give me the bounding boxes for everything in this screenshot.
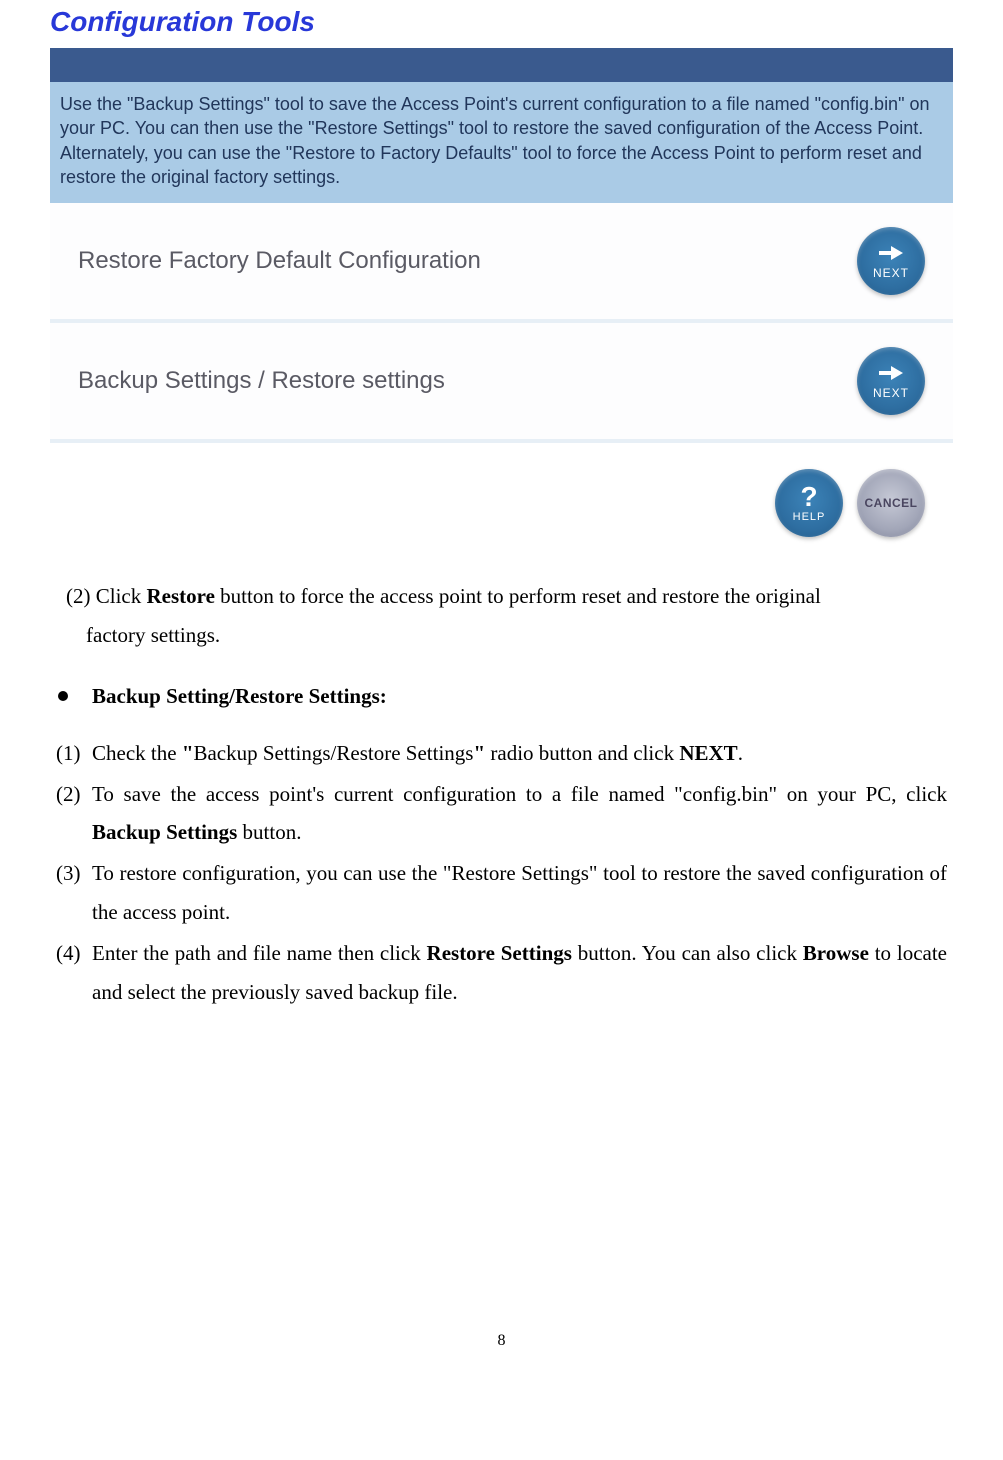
config-tools-panel: Configuration Tools Use the "Backup Sett…	[50, 0, 953, 547]
panel-footer-buttons: ? HELP CANCEL	[50, 443, 953, 547]
item-text: Enter the path and file name then click …	[92, 934, 947, 1012]
next-label: NEXT	[873, 266, 909, 280]
list-item: (1) Check the "Backup Settings/Restore S…	[56, 734, 947, 773]
item-number: (1)	[56, 734, 92, 773]
bold-text: "	[473, 741, 485, 765]
help-button[interactable]: ? HELP	[775, 469, 843, 537]
bold-text: Browse	[803, 941, 869, 965]
cancel-label: CANCEL	[865, 496, 918, 510]
section-title: Backup Setting/Restore Settings:	[92, 677, 387, 716]
next-label: NEXT	[873, 386, 909, 400]
bold-text: Restore Settings	[427, 941, 572, 965]
panel-description: Use the "Backup Settings" tool to save t…	[50, 82, 953, 203]
text: Check the	[92, 741, 182, 765]
pointing-hand-icon	[877, 362, 905, 384]
numbered-list: (1) Check the "Backup Settings/Restore S…	[56, 734, 947, 1012]
bold-text: Backup Settings	[92, 820, 237, 844]
page-number: 8	[50, 1332, 953, 1370]
option-row-backup-restore[interactable]: Backup Settings / Restore settings NEXT	[50, 323, 953, 443]
list-item: (2) To save the access point's current c…	[56, 775, 947, 853]
list-item: (3) To restore configuration, you can us…	[56, 854, 947, 932]
bold-text: NEXT	[679, 741, 737, 765]
item-number: (3)	[56, 854, 92, 932]
text: button.	[237, 820, 301, 844]
text: Enter the path and file name then click	[92, 941, 427, 965]
text: button to force the access point to perf…	[215, 584, 821, 608]
item-number: (2)	[56, 775, 92, 853]
text: .	[738, 741, 743, 765]
next-button[interactable]: NEXT	[857, 347, 925, 415]
bold-text: Restore	[146, 584, 214, 608]
item-text: To restore configuration, you can use th…	[92, 854, 947, 932]
instruction-step-2: (2) Click Restore button to force the ac…	[66, 577, 947, 655]
panel-title: Configuration Tools	[50, 0, 953, 48]
text: (2) Click	[66, 584, 146, 608]
option-row-restore-factory[interactable]: Restore Factory Default Configuration NE…	[50, 203, 953, 323]
question-mark-icon: ?	[800, 483, 817, 511]
help-label: HELP	[793, 511, 826, 523]
bullet-heading: Backup Setting/Restore Settings:	[56, 677, 947, 716]
cancel-button[interactable]: CANCEL	[857, 469, 925, 537]
text: radio button and click	[485, 741, 679, 765]
list-item: (4) Enter the path and file name then cl…	[56, 934, 947, 1012]
item-text: To save the access point's current confi…	[92, 775, 947, 853]
text: factory settings.	[86, 616, 947, 655]
bold-text: "	[182, 741, 194, 765]
document-body: (2) Click Restore button to force the ac…	[50, 547, 953, 1011]
text: To restore configuration, you can use th…	[92, 861, 947, 924]
option-label: Restore Factory Default Configuration	[78, 247, 481, 275]
option-label: Backup Settings / Restore settings	[78, 367, 445, 395]
panel-header-bar	[50, 48, 953, 82]
bullet-icon	[58, 691, 68, 701]
next-button[interactable]: NEXT	[857, 227, 925, 295]
item-number: (4)	[56, 934, 92, 1012]
text: To save the access point's current confi…	[92, 782, 947, 806]
pointing-hand-icon	[877, 242, 905, 264]
item-text: Check the "Backup Settings/Restore Setti…	[92, 734, 947, 773]
text: button. You can also click	[572, 941, 803, 965]
text: Backup Settings/Restore Settings	[193, 741, 473, 765]
